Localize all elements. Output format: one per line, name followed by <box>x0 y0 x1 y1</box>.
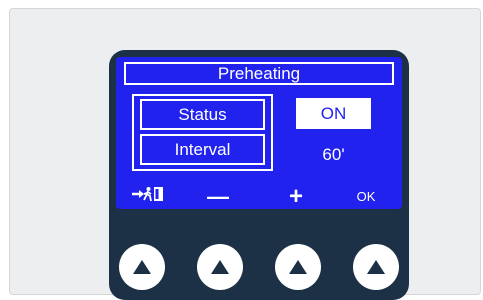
interval-label: Interval <box>140 134 265 165</box>
exit-icon <box>131 186 165 207</box>
softkey-bar: — + OK <box>116 182 402 210</box>
background-panel: Preheating Status Interval ON 60' — + OK <box>9 8 481 300</box>
softkey-2-button[interactable] <box>197 244 243 290</box>
softkey-3-button[interactable] <box>275 244 321 290</box>
lcd-screen: Preheating Status Interval ON 60' — + OK <box>116 57 402 209</box>
parameter-list: Status Interval <box>132 94 273 171</box>
triangle-up-icon <box>211 260 229 274</box>
exit-softkey-label <box>126 184 170 209</box>
status-value: ON <box>296 98 371 129</box>
triangle-up-icon <box>367 260 385 274</box>
ok-softkey-label: OK <box>356 189 376 204</box>
softkey-1-button[interactable] <box>119 244 165 290</box>
softkey-4-button[interactable] <box>353 244 399 290</box>
interval-value: 60' <box>322 145 345 164</box>
status-label: Status <box>140 99 265 130</box>
minus-softkey-label: — <box>207 183 229 209</box>
plus-softkey-label: + <box>288 182 303 210</box>
screen-title: Preheating <box>124 62 394 85</box>
triangle-up-icon <box>133 260 151 274</box>
triangle-up-icon <box>289 260 307 274</box>
control-device: Preheating Status Interval ON 60' — + OK <box>109 50 409 300</box>
